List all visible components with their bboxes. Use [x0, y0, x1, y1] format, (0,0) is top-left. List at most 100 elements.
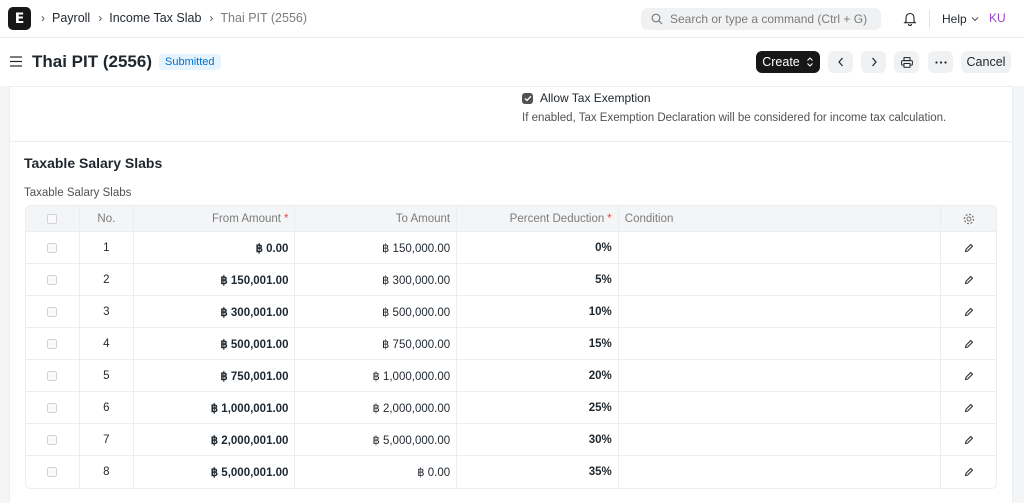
row-number: 8: [80, 456, 134, 488]
percent-deduction-cell[interactable]: 30%: [457, 424, 619, 455]
prev-button[interactable]: [828, 51, 853, 73]
allow-tax-exemption-checkbox[interactable]: [522, 92, 533, 104]
pencil-icon[interactable]: [964, 275, 974, 285]
row-checkbox[interactable]: [47, 274, 58, 285]
column-header-pct-label: Percent Deduction: [509, 212, 605, 225]
to-amount-cell[interactable]: ฿ 150,000.00: [295, 232, 458, 263]
select-all-checkbox[interactable]: [47, 213, 58, 224]
hamburger-icon[interactable]: [10, 56, 22, 67]
create-button[interactable]: Create: [756, 51, 820, 73]
chevron-right-icon: ›: [98, 11, 103, 25]
to-amount-cell[interactable]: ฿ 5,000,000.00: [295, 424, 458, 455]
help-dropdown[interactable]: Help: [942, 12, 979, 26]
row-number: 2: [80, 264, 134, 295]
row-select-cell: [26, 264, 80, 295]
pencil-icon[interactable]: [964, 403, 974, 413]
row-checkbox[interactable]: [47, 467, 58, 477]
to-amount-cell[interactable]: ฿ 1,000,000.00: [295, 360, 458, 391]
section-title[interactable]: Taxable Salary Slabs: [24, 155, 162, 171]
breadcrumb-payroll[interactable]: Payroll: [52, 11, 90, 25]
breadcrumb-income-tax-slab[interactable]: Income Tax Slab: [109, 11, 201, 25]
from-amount-cell[interactable]: ฿ 1,000,001.00: [134, 392, 296, 423]
more-icon: [934, 60, 947, 64]
table-row[interactable]: 1 ฿ 0.00 ฿ 150,000.00 0%: [26, 232, 996, 264]
row-checkbox[interactable]: [47, 338, 58, 349]
condition-cell[interactable]: [619, 392, 942, 423]
cancel-button[interactable]: Cancel: [961, 51, 1011, 73]
page-head: Thai PIT (2556) Submitted Create Cancel: [0, 38, 1024, 86]
from-amount-cell[interactable]: ฿ 750,001.00: [134, 360, 296, 391]
from-amount-cell[interactable]: ฿ 2,000,001.00: [134, 424, 296, 455]
from-amount-cell[interactable]: ฿ 500,001.00: [134, 328, 296, 359]
table-row[interactable]: 6 ฿ 1,000,001.00 ฿ 2,000,000.00 25%: [26, 392, 996, 424]
search-bar[interactable]: [641, 8, 881, 30]
row-checkbox[interactable]: [47, 370, 58, 381]
row-edit-cell: [941, 296, 996, 327]
pencil-icon[interactable]: [964, 435, 974, 445]
row-select-cell: [26, 232, 80, 263]
row-checkbox[interactable]: [47, 306, 58, 317]
condition-cell[interactable]: [619, 424, 942, 455]
pencil-icon[interactable]: [964, 307, 974, 317]
print-button[interactable]: [894, 51, 919, 73]
status-badge: Submitted: [159, 54, 221, 70]
avatar[interactable]: KU: [989, 11, 1006, 25]
bell-icon[interactable]: [903, 11, 917, 26]
gear-icon[interactable]: [963, 213, 975, 225]
table-row[interactable]: 4 ฿ 500,001.00 ฿ 750,000.00 15%: [26, 328, 996, 360]
pencil-icon[interactable]: [964, 467, 974, 477]
row-number: 7: [80, 424, 134, 455]
printer-icon: [900, 56, 913, 68]
row-edit-cell: [941, 360, 996, 391]
from-amount-cell[interactable]: ฿ 300,001.00: [134, 296, 296, 327]
table-row[interactable]: 2 ฿ 150,001.00 ฿ 300,000.00 5%: [26, 264, 996, 296]
table-row[interactable]: 7 ฿ 2,000,001.00 ฿ 5,000,000.00 30%: [26, 424, 996, 456]
next-button[interactable]: [861, 51, 886, 73]
navbar: E › Payroll › Income Tax Slab › Thai PIT…: [0, 0, 1024, 38]
percent-deduction-cell[interactable]: 25%: [457, 392, 619, 423]
to-amount-cell[interactable]: ฿ 2,000,000.00: [295, 392, 458, 423]
section-divider: [10, 141, 1012, 142]
required-marker: *: [607, 212, 612, 225]
app-logo[interactable]: E: [8, 7, 31, 30]
percent-deduction-cell[interactable]: 10%: [457, 296, 619, 327]
table-row[interactable]: 5 ฿ 750,001.00 ฿ 1,000,000.00 20%: [26, 360, 996, 392]
from-amount-cell[interactable]: ฿ 5,000,001.00: [134, 456, 296, 488]
condition-cell[interactable]: [619, 328, 942, 359]
condition-cell[interactable]: [619, 456, 942, 488]
row-checkbox[interactable]: [47, 434, 58, 445]
row-checkbox[interactable]: [47, 402, 58, 413]
row-select-cell: [26, 392, 80, 423]
row-number: 4: [80, 328, 134, 359]
to-amount-cell[interactable]: ฿ 0.00: [295, 456, 458, 488]
percent-deduction-cell[interactable]: 20%: [457, 360, 619, 391]
pencil-icon[interactable]: [964, 371, 974, 381]
search-input[interactable]: [670, 12, 870, 26]
table-row[interactable]: 3 ฿ 300,001.00 ฿ 500,000.00 10%: [26, 296, 996, 328]
column-settings-cell: [941, 206, 996, 231]
row-edit-cell: [941, 232, 996, 263]
condition-cell[interactable]: [619, 232, 942, 263]
column-header-condition: Condition: [619, 206, 942, 231]
percent-deduction-cell[interactable]: 5%: [457, 264, 619, 295]
table-row[interactable]: 8 ฿ 5,000,001.00 ฿ 0.00 35%: [26, 456, 996, 488]
pencil-icon[interactable]: [964, 339, 974, 349]
allow-tax-exemption-field[interactable]: Allow Tax Exemption: [522, 91, 651, 105]
condition-cell[interactable]: [619, 296, 942, 327]
from-amount-cell[interactable]: ฿ 0.00: [134, 232, 296, 263]
pencil-icon[interactable]: [964, 243, 974, 253]
required-marker: *: [283, 212, 289, 225]
from-amount-cell[interactable]: ฿ 150,001.00: [134, 264, 296, 295]
condition-cell[interactable]: [619, 264, 942, 295]
more-button[interactable]: [928, 51, 953, 73]
percent-deduction-cell[interactable]: 15%: [457, 328, 619, 359]
form-card: Allow Tax Exemption If enabled, Tax Exem…: [9, 86, 1013, 503]
to-amount-cell[interactable]: ฿ 300,000.00: [295, 264, 458, 295]
percent-deduction-cell[interactable]: 0%: [457, 232, 619, 263]
condition-cell[interactable]: [619, 360, 942, 391]
breadcrumb-current[interactable]: Thai PIT (2556): [220, 11, 307, 25]
to-amount-cell[interactable]: ฿ 500,000.00: [295, 296, 458, 327]
percent-deduction-cell[interactable]: 35%: [457, 456, 619, 488]
row-checkbox[interactable]: [47, 242, 58, 253]
to-amount-cell[interactable]: ฿ 750,000.00: [295, 328, 458, 359]
